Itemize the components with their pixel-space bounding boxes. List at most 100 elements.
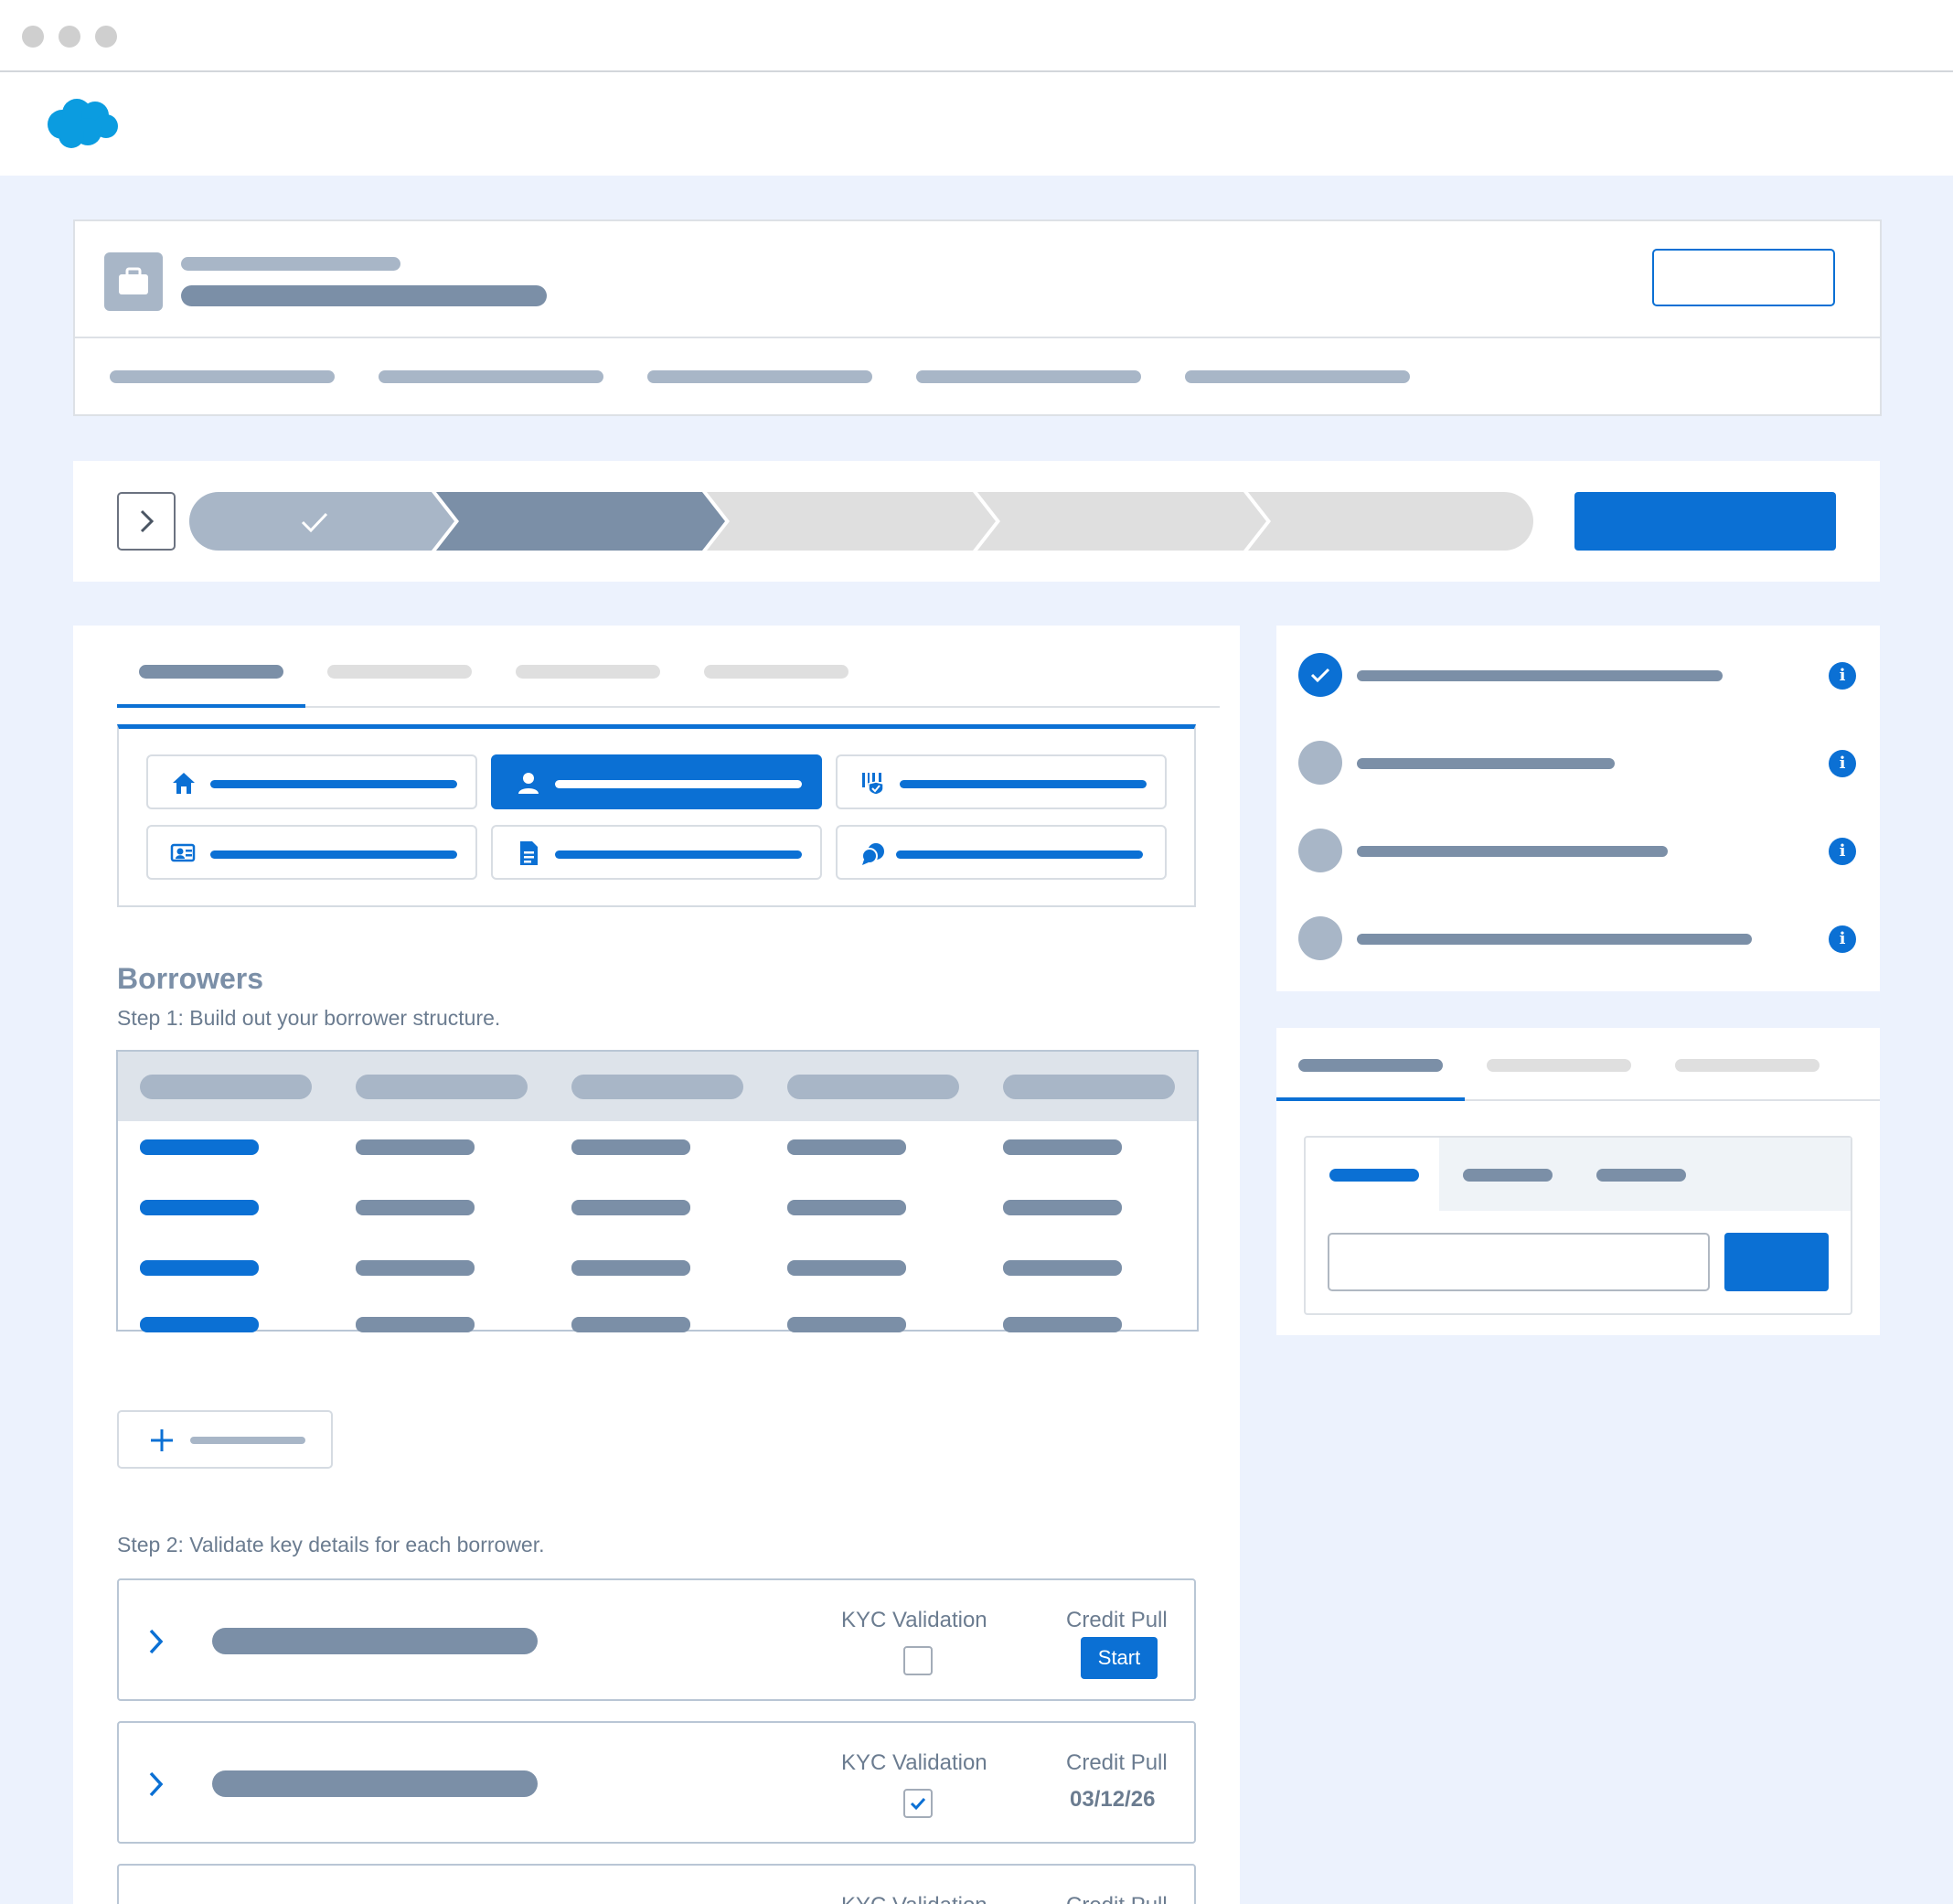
kyc-checkbox[interactable] xyxy=(903,1646,933,1675)
borrower-row-2[interactable]: KYC Validation Credit Pull 03/12/26 xyxy=(117,1721,1196,1844)
checklist-item-3 xyxy=(1357,846,1668,857)
mark-stage-complete-button[interactable] xyxy=(1574,492,1836,551)
borrower-table xyxy=(116,1050,1199,1332)
step-pending-icon xyxy=(1298,916,1342,960)
cell xyxy=(787,1139,906,1155)
cell xyxy=(787,1200,906,1215)
subtab-2-label[interactable] xyxy=(1463,1169,1553,1182)
info-icon[interactable]: i xyxy=(1829,750,1856,777)
shield-barcode-icon xyxy=(862,773,884,796)
path-stage-5[interactable] xyxy=(1248,492,1533,551)
info-icon[interactable]: i xyxy=(1829,662,1856,690)
category-button-conversations[interactable] xyxy=(836,825,1167,880)
column-header-2[interactable] xyxy=(356,1075,528,1099)
tab-1-label[interactable] xyxy=(1298,1059,1443,1072)
cell xyxy=(787,1317,906,1332)
table-row[interactable] xyxy=(118,1139,1197,1158)
window-titlebar xyxy=(0,0,1953,72)
info-icon[interactable]: i xyxy=(1829,925,1856,953)
search-button[interactable] xyxy=(1724,1233,1829,1291)
table-header-row xyxy=(118,1052,1197,1121)
path-stages xyxy=(189,492,1533,551)
table-row[interactable] xyxy=(118,1200,1197,1218)
cell xyxy=(571,1139,690,1155)
expand-chevron-icon[interactable] xyxy=(143,1626,170,1657)
category-button-documents[interactable] xyxy=(491,825,822,880)
cell xyxy=(356,1139,475,1155)
window-maximize-button[interactable] xyxy=(95,26,117,48)
tab-3-label[interactable] xyxy=(516,665,660,679)
credit-pull-start-button[interactable]: Start xyxy=(1081,1637,1158,1679)
column-header-3[interactable] xyxy=(571,1075,743,1099)
category-button-borrowers[interactable] xyxy=(491,754,822,809)
add-button-label xyxy=(190,1437,305,1444)
main-content-card: Borrowers Step 1: Build out your borrowe… xyxy=(73,626,1240,1904)
tab-3-label[interactable] xyxy=(1675,1059,1820,1072)
category-button-identity[interactable] xyxy=(146,825,477,880)
path-stage-1[interactable] xyxy=(189,492,454,551)
chat-bubbles-icon xyxy=(861,843,884,865)
cell xyxy=(787,1260,906,1276)
category-selector xyxy=(117,724,1196,907)
kyc-validation-label: KYC Validation xyxy=(841,1608,987,1632)
step-2-instructions: Step 2: Validate key details for each bo… xyxy=(117,1533,545,1556)
subtab-3-label[interactable] xyxy=(1596,1169,1686,1182)
column-header-4[interactable] xyxy=(787,1075,959,1099)
checklist-item-2 xyxy=(1357,758,1615,769)
kyc-validation-label: KYC Validation xyxy=(841,1893,987,1904)
credit-pull-date: 03/12/26 xyxy=(1070,1787,1156,1812)
column-header-5[interactable] xyxy=(1003,1075,1175,1099)
info-icon[interactable]: i xyxy=(1829,838,1856,865)
plus-icon xyxy=(151,1429,173,1451)
header-action-button[interactable] xyxy=(1652,249,1835,306)
section-title: Borrowers xyxy=(117,962,264,995)
app-header xyxy=(0,73,1953,176)
borrower-row-3[interactable]: KYC Validation Credit Pull xyxy=(117,1864,1196,1904)
path-stage-4[interactable] xyxy=(977,492,1266,551)
active-tab-indicator xyxy=(1276,1097,1465,1101)
salesforce-logo[interactable] xyxy=(42,97,119,150)
record-title-placeholder xyxy=(181,285,547,306)
highlight-field-2 xyxy=(379,370,603,383)
document-icon xyxy=(520,841,538,865)
window-close-button[interactable] xyxy=(22,26,44,48)
tab-1-label[interactable] xyxy=(139,665,283,679)
id-card-icon xyxy=(170,843,196,862)
cell-link[interactable] xyxy=(140,1200,259,1215)
cell xyxy=(571,1260,690,1276)
cell xyxy=(356,1317,475,1332)
checklist-card: i i i i xyxy=(1276,626,1880,991)
tab-2-label[interactable] xyxy=(1487,1059,1631,1072)
borrower-row-1[interactable]: KYC Validation Credit Pull Start xyxy=(117,1578,1196,1701)
cell xyxy=(356,1200,475,1215)
kyc-validation-label: KYC Validation xyxy=(841,1750,987,1775)
credit-pull-label: Credit Pull xyxy=(1066,1750,1168,1775)
search-input[interactable] xyxy=(1328,1233,1710,1291)
subtab-1-label[interactable] xyxy=(1329,1169,1419,1182)
borrower-name-placeholder xyxy=(212,1770,538,1797)
path-toggle-button[interactable] xyxy=(117,492,176,551)
tab-4-label[interactable] xyxy=(704,665,848,679)
cell-link[interactable] xyxy=(140,1260,259,1276)
category-button-compliance[interactable] xyxy=(836,754,1167,809)
credit-pull-label: Credit Pull xyxy=(1066,1608,1168,1632)
table-row[interactable] xyxy=(118,1317,1197,1339)
highlight-field-4 xyxy=(916,370,1141,383)
tab-2-label[interactable] xyxy=(327,665,472,679)
highlight-field-1 xyxy=(110,370,335,383)
add-borrower-button[interactable] xyxy=(117,1410,333,1469)
record-header-card xyxy=(73,219,1882,416)
category-button-home[interactable] xyxy=(146,754,477,809)
cell-link[interactable] xyxy=(140,1317,259,1332)
window-minimize-button[interactable] xyxy=(59,26,80,48)
table-row[interactable] xyxy=(118,1260,1197,1278)
kyc-checkbox-checked[interactable] xyxy=(903,1789,933,1818)
cell xyxy=(1003,1260,1122,1276)
cell xyxy=(1003,1317,1122,1332)
column-header-1[interactable] xyxy=(140,1075,312,1099)
path-stage-3[interactable] xyxy=(707,492,996,551)
cell-link[interactable] xyxy=(140,1139,259,1155)
path-stage-2[interactable] xyxy=(436,492,725,551)
expand-chevron-icon[interactable] xyxy=(143,1769,170,1800)
briefcase-icon xyxy=(119,267,148,294)
